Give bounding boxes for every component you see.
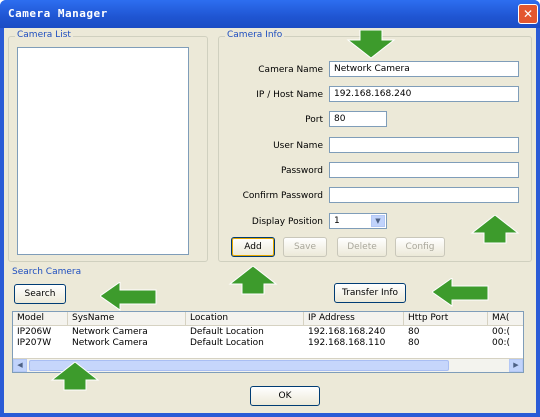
column-sysname[interactable]: SysName [68, 312, 186, 326]
scroll-left-icon[interactable]: ◀ [13, 359, 27, 372]
cell-location: Default Location [190, 327, 264, 337]
column-http-port[interactable]: Http Port [404, 312, 488, 326]
table-row[interactable]: IP206W Network Camera Default Location 1… [13, 327, 523, 338]
arrow-left-icon [100, 282, 157, 311]
arrow-down-icon [346, 30, 396, 59]
column-mac[interactable]: MA( [488, 312, 523, 326]
cell-ip-address: 192.168.168.240 [308, 327, 386, 337]
cell-mac: 00:( [492, 327, 510, 337]
table-row[interactable]: IP207W Network Camera Default Location 1… [13, 338, 523, 349]
window-title: Camera Manager [8, 7, 108, 20]
display-position-label: Display Position [251, 217, 323, 227]
confirm-password-label: Confirm Password [242, 191, 323, 201]
ok-button[interactable]: OK [250, 386, 320, 406]
column-model[interactable]: Model [13, 312, 68, 326]
camera-manager-window: Camera Manager ✕ Camera List Camera Info… [0, 0, 540, 417]
cell-location: Default Location [190, 338, 264, 348]
password-field[interactable] [329, 162, 519, 178]
add-button[interactable]: Add [231, 237, 275, 257]
cell-sysname: Network Camera [72, 338, 148, 348]
cell-model: IP207W [17, 338, 52, 348]
cell-http-port: 80 [408, 327, 420, 337]
ip-host-label: IP / Host Name [256, 90, 323, 100]
save-button[interactable]: Save [283, 237, 327, 257]
user-name-field[interactable] [329, 137, 519, 153]
display-position-value: 1 [334, 216, 340, 226]
close-icon: ✕ [522, 7, 534, 21]
display-position-select[interactable]: 1 ▼ [329, 213, 387, 229]
delete-button[interactable]: Delete [337, 237, 387, 257]
arrow-up-icon [50, 362, 100, 391]
title-bar[interactable]: Camera Manager ✕ [0, 0, 540, 28]
close-button[interactable]: ✕ [518, 4, 538, 24]
config-button[interactable]: Config [395, 237, 445, 257]
table-header: Model SysName Location IP Address Http P… [13, 312, 523, 326]
column-ip-address[interactable]: IP Address [304, 312, 404, 326]
ip-host-field[interactable]: 192.168.168.240 [329, 86, 519, 102]
scroll-right-icon[interactable]: ▶ [509, 359, 523, 372]
camera-name-label: Camera Name [258, 65, 323, 75]
arrow-up-icon [228, 266, 278, 295]
camera-list-group: Camera List [8, 30, 208, 262]
confirm-password-field[interactable] [329, 187, 519, 203]
camera-list-box[interactable] [17, 47, 189, 255]
user-name-label: User Name [273, 141, 323, 151]
column-location[interactable]: Location [186, 312, 304, 326]
dialog-body: Camera List Camera Info Camera Name Netw… [4, 28, 536, 413]
transfer-info-button[interactable]: Transfer Info [334, 283, 406, 303]
cell-model: IP206W [17, 327, 52, 337]
port-field[interactable]: 80 [329, 111, 387, 127]
cell-mac: 00:( [492, 338, 510, 348]
cell-ip-address: 192.168.168.110 [308, 338, 386, 348]
cell-http-port: 80 [408, 338, 420, 348]
search-button[interactable]: Search [14, 284, 66, 304]
cell-sysname: Network Camera [72, 327, 148, 337]
camera-list-title: Camera List [15, 30, 73, 40]
arrow-left-icon [432, 278, 489, 307]
port-label: Port [305, 115, 323, 125]
camera-name-field[interactable]: Network Camera [329, 61, 519, 77]
arrow-up-icon [470, 215, 520, 244]
camera-info-title: Camera Info [225, 30, 285, 40]
chevron-down-icon[interactable]: ▼ [371, 215, 385, 227]
password-label: Password [280, 166, 323, 176]
search-camera-title: Search Camera [10, 267, 84, 277]
